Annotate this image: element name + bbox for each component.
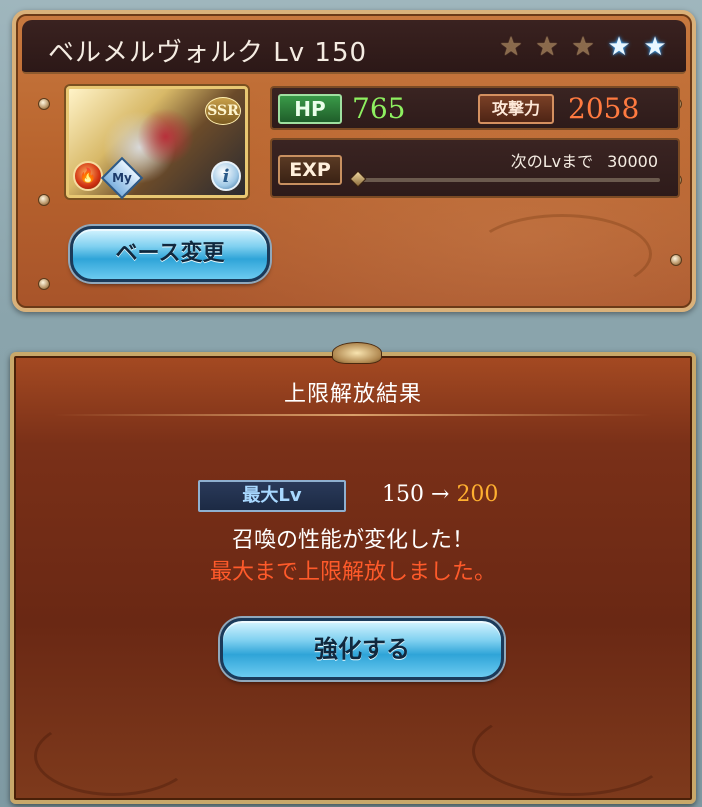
- max-level-label: 最大Lv: [198, 480, 346, 512]
- rivet: [38, 278, 50, 290]
- exp-marker-icon: [349, 170, 367, 188]
- decorative-swirl: [472, 706, 672, 796]
- level-change: 150 → 200: [382, 482, 498, 507]
- star-icon: ★: [571, 32, 595, 62]
- attack-value: 2058: [568, 92, 640, 125]
- next-level-value: 30000: [607, 152, 658, 171]
- enhance-button[interactable]: 強化する: [220, 618, 504, 680]
- next-level-text: 次のLvまで 30000: [511, 148, 658, 172]
- star-icon: ★: [643, 32, 667, 62]
- level-from: 150: [382, 482, 424, 507]
- rivet: [38, 194, 50, 206]
- divider: [54, 414, 652, 416]
- rivet: [670, 254, 682, 266]
- my-badge-icon: My: [100, 156, 144, 200]
- summon-title-bar: ベルメルヴォルク Lv 150 ★ ★ ★ ★ ★: [22, 20, 686, 74]
- rivet: [38, 98, 50, 110]
- max-uncap-message: 最大まで上限解放しました。: [209, 560, 496, 585]
- fire-element-icon: 🔥: [73, 161, 103, 191]
- summon-info-panel: ベルメルヴォルク Lv 150 ★ ★ ★ ★ ★ SSR 🔥 My i HP …: [12, 10, 696, 312]
- stats-row: HP 765 攻撃力 2058: [270, 86, 680, 130]
- decorative-ornament: [472, 214, 652, 294]
- exp-label: EXP: [278, 155, 342, 185]
- result-title: 上限解放結果: [283, 382, 422, 407]
- crest-ornament: [332, 342, 382, 364]
- level-to: 200: [456, 482, 499, 507]
- summon-title: ベルメルヴォルク Lv 150: [48, 38, 368, 68]
- hp-value: 765: [352, 92, 406, 125]
- info-icon[interactable]: i: [211, 161, 241, 191]
- performance-changed-message: 召喚の性能が変化した！: [231, 528, 474, 553]
- uncap-result-panel: 上限解放結果 最大Lv 150 → 200 召喚の性能が変化した！ 最大まで上限…: [10, 342, 696, 804]
- star-icon: ★: [499, 32, 523, 62]
- next-level-label: 次のLvまで: [510, 152, 594, 171]
- exp-row: EXP 次のLvまで 30000: [270, 138, 680, 198]
- exp-progress-bar: [360, 178, 660, 182]
- summon-portrait[interactable]: SSR 🔥 My i: [66, 86, 248, 200]
- decorative-swirl: [34, 716, 194, 796]
- star-icon: ★: [607, 32, 631, 62]
- attack-label: 攻撃力: [478, 94, 554, 124]
- star-icon: ★: [535, 32, 559, 62]
- change-base-button[interactable]: ベース変更: [70, 226, 270, 282]
- ssr-badge: SSR: [205, 97, 241, 125]
- hp-label: HP: [278, 94, 342, 124]
- arrow-icon: →: [431, 482, 450, 507]
- uncap-stars: ★ ★ ★ ★ ★: [496, 33, 670, 61]
